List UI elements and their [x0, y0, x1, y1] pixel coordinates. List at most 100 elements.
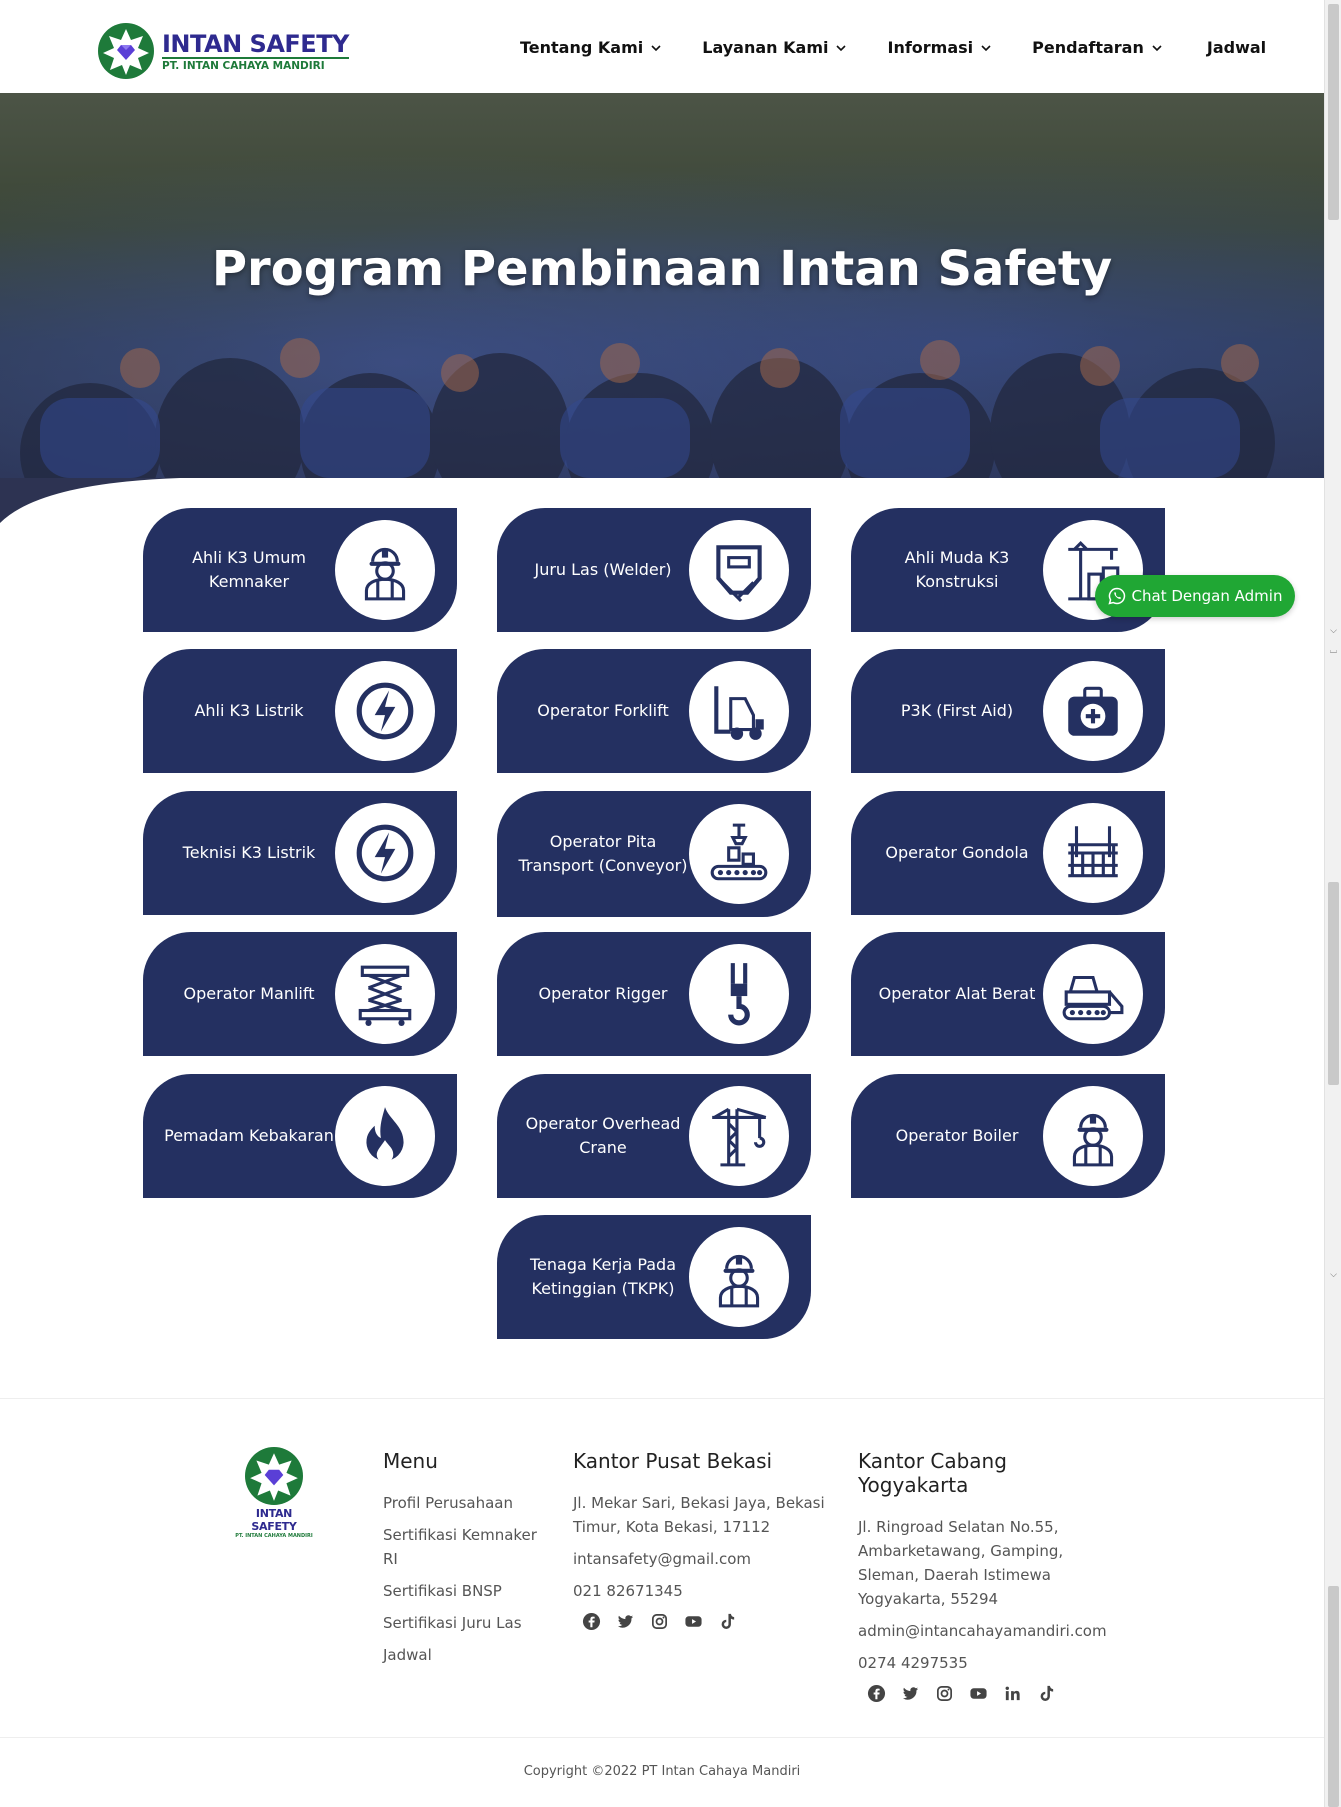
- diamond-logo-icon: [245, 1447, 303, 1505]
- worker-icon: [1043, 1086, 1143, 1186]
- facebook-icon[interactable]: [581, 1611, 601, 1631]
- site-header: INTAN SAFETY PT. INTAN CAHAYA MANDIRI Te…: [0, 0, 1324, 93]
- nav-layanan-kami[interactable]: Layanan Kami: [702, 38, 847, 57]
- footer-logo-subtitle: PT. INTAN CAHAYA MANDIRI: [235, 1533, 313, 1539]
- program-card[interactable]: Teknisi K3 Listrik: [143, 791, 457, 915]
- nav-pendaftaran[interactable]: Pendaftaran: [1032, 38, 1163, 57]
- program-card[interactable]: Operator Manlift: [143, 932, 457, 1056]
- program-card[interactable]: Ahli K3 Umum Kemnaker: [143, 508, 457, 632]
- program-label: Operator Pita Transport (Conveyor): [518, 832, 688, 875]
- main-nav: Tentang Kami Layanan Kami Informasi Pend…: [520, 38, 1266, 57]
- program-card[interactable]: Juru Las (Welder): [497, 508, 811, 632]
- manlift-icon: [335, 944, 435, 1044]
- footer-menu-title: Menu: [383, 1449, 438, 1473]
- program-label: Tenaga Kerja Pada Ketinggian (TKPK): [529, 1255, 677, 1298]
- site-logo[interactable]: INTAN SAFETY PT. INTAN CAHAYA MANDIRI: [98, 23, 349, 79]
- program-label: Ahli K3 Umum Kemnaker: [192, 548, 306, 591]
- linkedin-icon[interactable]: [1002, 1683, 1022, 1703]
- welding-mask-icon: [689, 520, 789, 620]
- footer-link-kemnaker[interactable]: Sertifikasi Kemnaker RI: [383, 1523, 543, 1571]
- program-card[interactable]: Operator Pita Transport (Conveyor): [497, 791, 811, 917]
- footer-link-jadwal[interactable]: Jadwal: [383, 1643, 543, 1667]
- twitter-icon[interactable]: [615, 1611, 635, 1631]
- program-label: Ahli K3 Listrik: [194, 701, 304, 720]
- footer-divider: [0, 1398, 1324, 1399]
- tiktok-icon[interactable]: [1036, 1683, 1056, 1703]
- youtube-icon[interactable]: [968, 1683, 988, 1703]
- nav-tentang-kami[interactable]: Tentang Kami: [520, 38, 662, 57]
- forklift-icon: [689, 661, 789, 761]
- program-card[interactable]: Operator Boiler: [851, 1074, 1165, 1198]
- program-card[interactable]: Pemadam Kebakaran: [143, 1074, 457, 1198]
- facebook-icon[interactable]: [866, 1683, 886, 1703]
- nav-label: Pendaftaran: [1032, 38, 1144, 57]
- footer-bekasi-title: Kantor Pusat Bekasi: [573, 1449, 773, 1473]
- program-card[interactable]: P3K (First Aid): [851, 649, 1165, 773]
- program-card[interactable]: Operator Rigger: [497, 932, 811, 1056]
- twitter-icon[interactable]: [900, 1683, 920, 1703]
- gondola-icon: [1043, 803, 1143, 903]
- conveyor-icon: [689, 804, 789, 904]
- nav-label: Tentang Kami: [520, 38, 644, 57]
- nav-jadwal[interactable]: Jadwal: [1207, 38, 1266, 57]
- chevron-up-icon[interactable]: ⌴: [1328, 646, 1339, 656]
- bekasi-socials: [573, 1611, 828, 1631]
- instagram-icon[interactable]: [649, 1611, 669, 1631]
- yogya-socials: [858, 1683, 1118, 1703]
- program-card[interactable]: Operator Overhead Crane: [497, 1074, 811, 1198]
- youtube-icon[interactable]: [683, 1611, 703, 1631]
- crane-icon: [689, 1086, 789, 1186]
- page-scrollbar[interactable]: ⌵ ⌴ ⌵: [1324, 0, 1341, 1807]
- program-card[interactable]: Operator Forklift: [497, 649, 811, 773]
- chevron-down-icon[interactable]: ⌵: [1328, 1270, 1339, 1280]
- bulldozer-icon: [1043, 944, 1143, 1044]
- bekasi-phone[interactable]: 021 82671345: [573, 1579, 828, 1603]
- yogya-address: Jl. Ringroad Selatan No.55, Ambarketawan…: [858, 1518, 1064, 1608]
- program-label: Teknisi K3 Listrik: [182, 843, 316, 862]
- scrollbar-thumb[interactable]: [1328, 4, 1339, 220]
- program-card[interactable]: Tenaga Kerja Pada Ketinggian (TKPK): [497, 1215, 811, 1339]
- scrollbar-thumb[interactable]: [1328, 1586, 1339, 1807]
- bekasi-email[interactable]: intansafety@gmail.com: [573, 1547, 828, 1571]
- scrollbar-thumb[interactable]: [1328, 882, 1339, 1085]
- chevron-down-icon[interactable]: ⌵: [1328, 626, 1339, 636]
- copyright-text: Copyright ©2022 PT Intan Cahaya Mandiri: [523, 1764, 801, 1779]
- yogya-email[interactable]: admin@intancahayamandiri.com: [858, 1619, 1118, 1643]
- nav-label: Informasi: [887, 38, 974, 57]
- program-card[interactable]: Ahli K3 Listrik: [143, 649, 457, 773]
- program-label: Juru Las (Welder): [534, 560, 672, 579]
- chevron-down-icon: [651, 44, 661, 51]
- footer-link-bnsp[interactable]: Sertifikasi BNSP: [383, 1579, 543, 1603]
- page-title: Program Pembinaan Intan Safety: [211, 241, 1113, 297]
- nav-label: Jadwal: [1206, 38, 1267, 57]
- footer-link-profil[interactable]: Profil Perusahaan: [383, 1491, 543, 1515]
- chat-admin-button[interactable]: Chat Dengan Admin: [1095, 575, 1295, 617]
- program-label: Pemadam Kebakaran: [164, 1126, 334, 1145]
- tiktok-icon[interactable]: [717, 1611, 737, 1631]
- footer-bekasi: Kantor Pusat Bekasi Jl. Mekar Sari, Beka…: [573, 1449, 828, 1631]
- nav-label: Layanan Kami: [702, 38, 829, 57]
- copyright-divider: [0, 1737, 1324, 1738]
- program-label: Operator Gondola: [885, 843, 1029, 862]
- footer-yogya-title: Kantor Cabang Yogyakarta: [858, 1449, 1007, 1497]
- instagram-icon[interactable]: [934, 1683, 954, 1703]
- footer-menu: Menu Profil Perusahaan Sertifikasi Kemna…: [383, 1449, 543, 1675]
- chevron-down-icon: [1152, 44, 1162, 51]
- yogya-phone[interactable]: 0274 4297535: [858, 1651, 1118, 1675]
- program-label: Ahli Muda K3 Konstruksi: [904, 548, 1010, 591]
- bekasi-address: Jl. Mekar Sari, Bekasi Jaya, Bekasi Timu…: [573, 1494, 825, 1536]
- diamond-logo-icon: [98, 23, 154, 79]
- footer-logo[interactable]: INTAN SAFETY PT. INTAN CAHAYA MANDIRI: [232, 1447, 316, 1539]
- lightning-icon: [335, 803, 435, 903]
- worker-icon: [335, 520, 435, 620]
- program-card[interactable]: Operator Gondola: [851, 791, 1165, 915]
- program-label: Operator Overhead Crane: [525, 1114, 681, 1157]
- chevron-down-icon: [981, 44, 991, 51]
- program-label: Operator Alat Berat: [878, 984, 1036, 1003]
- program-card[interactable]: Operator Alat Berat: [851, 932, 1165, 1056]
- nav-informasi[interactable]: Informasi: [887, 38, 992, 57]
- chat-label: Chat Dengan Admin: [1131, 587, 1283, 605]
- hook-icon: [689, 944, 789, 1044]
- footer-link-juru-las[interactable]: Sertifikasi Juru Las: [383, 1611, 543, 1635]
- logo-title: INTAN SAFETY: [162, 29, 349, 58]
